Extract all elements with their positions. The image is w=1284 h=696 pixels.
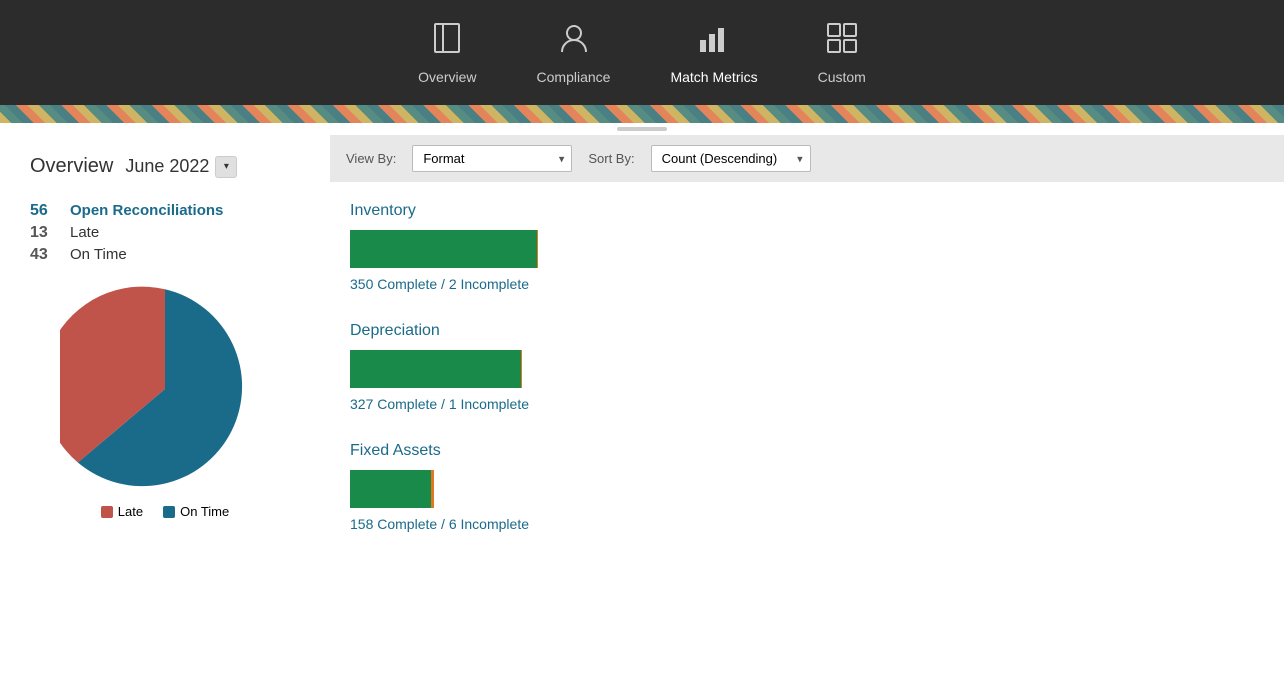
main-area: Refresh Overview June 2022 ▾ 56 Open Rec… <box>0 135 1284 696</box>
reconciliation-list: Inventory 350 Complete / 2 Incomplete De… <box>330 182 1284 582</box>
progress-bar-container <box>350 470 1264 508</box>
decorative-strip <box>0 105 1284 123</box>
reconciliation-item: Inventory 350 Complete / 2 Incomplete <box>350 202 1264 292</box>
date-selector: June 2022 ▾ <box>125 156 237 178</box>
progress-bar-track <box>350 350 522 388</box>
late-dot <box>101 506 113 518</box>
open-count: 56 <box>30 202 60 220</box>
legend-late-label: Late <box>118 504 143 519</box>
recon-stats: 158 Complete / 6 Incomplete <box>350 516 1264 532</box>
stats-section: 56 Open Reconciliations 13 Late 43 On Ti… <box>30 202 300 264</box>
on-time-count: 43 <box>30 246 60 264</box>
progress-complete <box>350 470 431 508</box>
match-metrics-label: Match Metrics <box>670 69 757 85</box>
date-dropdown-arrow[interactable]: ▾ <box>215 156 237 178</box>
recon-name: Inventory <box>350 202 1264 220</box>
overview-icon <box>429 20 465 61</box>
sort-by-label: Sort By: <box>588 151 634 166</box>
on-time-dot <box>163 506 175 518</box>
selected-date: June 2022 <box>125 156 209 177</box>
nav-compliance[interactable]: Compliance <box>537 20 611 85</box>
reconciliation-item: Depreciation 327 Complete / 1 Incomplete <box>350 322 1264 412</box>
progress-incomplete <box>521 350 522 388</box>
legend-on-time-label: On Time <box>180 504 229 519</box>
view-by-label: View By: <box>346 151 396 166</box>
open-reconciliations-row: 56 Open Reconciliations <box>30 202 300 220</box>
late-label: Late <box>70 224 99 241</box>
progress-bar-track <box>350 470 434 508</box>
filter-bar: View By: Format Type Category Sort By: C… <box>330 135 1284 182</box>
nav-custom[interactable]: Custom <box>818 20 866 85</box>
page-title: Overview <box>30 155 113 178</box>
legend-late: Late <box>101 504 143 519</box>
chart-legend: Late On Time <box>101 504 229 519</box>
progress-incomplete <box>537 230 538 268</box>
legend-on-time: On Time <box>163 504 229 519</box>
progress-bar-track <box>350 230 538 268</box>
open-label: Open Reconciliations <box>70 202 223 219</box>
resize-bar <box>617 127 667 131</box>
nav-overview[interactable]: Overview <box>418 20 476 85</box>
reconciliation-item: Fixed Assets 158 Complete / 6 Incomplete <box>350 442 1264 532</box>
sort-by-select-wrapper: Count (Descending) Count (Ascending) Nam… <box>651 145 811 172</box>
view-by-select-wrapper: Format Type Category <box>412 145 572 172</box>
left-panel: Overview June 2022 ▾ 56 Open Reconciliat… <box>0 135 330 696</box>
on-time-row: 43 On Time <box>30 246 300 264</box>
top-navigation: Overview Compliance Match Metrics <box>0 0 1284 105</box>
on-time-label: On Time <box>70 246 127 263</box>
pie-chart <box>60 284 270 494</box>
compliance-label: Compliance <box>537 69 611 85</box>
recon-name: Fixed Assets <box>350 442 1264 460</box>
progress-complete <box>350 230 537 268</box>
late-count: 13 <box>30 224 60 242</box>
compliance-icon <box>556 20 592 61</box>
recon-name: Depreciation <box>350 322 1264 340</box>
match-metrics-icon <box>696 20 732 61</box>
late-row: 13 Late <box>30 224 300 242</box>
progress-bar-container <box>350 230 1264 268</box>
recon-stats: 327 Complete / 1 Incomplete <box>350 396 1264 412</box>
right-panel: View By: Format Type Category Sort By: C… <box>330 135 1284 696</box>
resize-handle[interactable] <box>0 123 1284 135</box>
progress-complete <box>350 350 521 388</box>
nav-match-metrics[interactable]: Match Metrics <box>670 20 757 85</box>
page-header: Overview June 2022 ▾ <box>30 155 300 178</box>
custom-icon <box>824 20 860 61</box>
custom-label: Custom <box>818 69 866 85</box>
progress-incomplete <box>431 470 434 508</box>
pie-chart-container: Late On Time <box>30 284 300 519</box>
sort-by-select[interactable]: Count (Descending) Count (Ascending) Nam… <box>651 145 811 172</box>
overview-label: Overview <box>418 69 476 85</box>
recon-stats: 350 Complete / 2 Incomplete <box>350 276 1264 292</box>
progress-bar-container <box>350 350 1264 388</box>
view-by-select[interactable]: Format Type Category <box>412 145 572 172</box>
